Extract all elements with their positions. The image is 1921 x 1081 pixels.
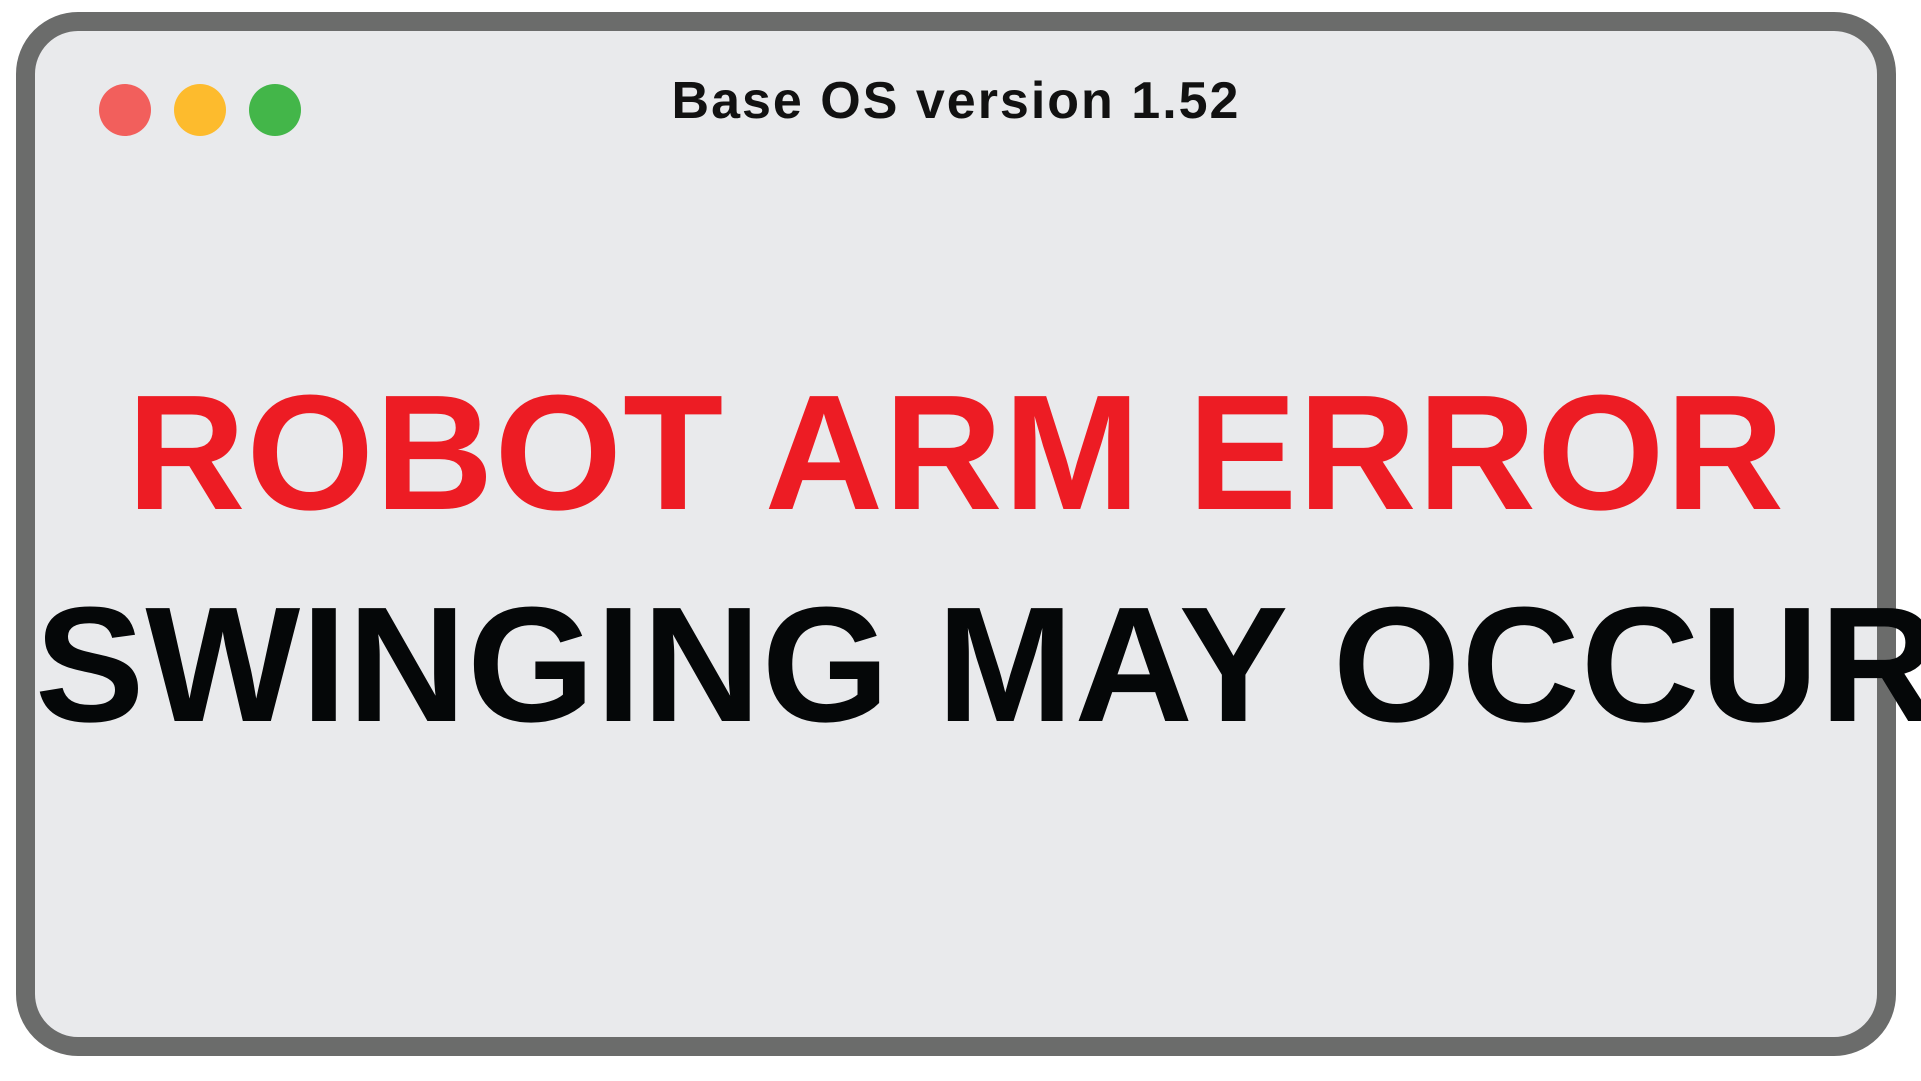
os-window: Base OS version 1.52 ROBOT ARM ERROR SWI… — [16, 12, 1921, 1056]
alert-message: ROBOT ARM ERROR SWINGING MAY OCCUR — [35, 31, 1921, 1037]
warning-heading: SWINGING MAY OCCUR — [35, 573, 1921, 756]
error-heading: ROBOT ARM ERROR — [127, 361, 1785, 544]
